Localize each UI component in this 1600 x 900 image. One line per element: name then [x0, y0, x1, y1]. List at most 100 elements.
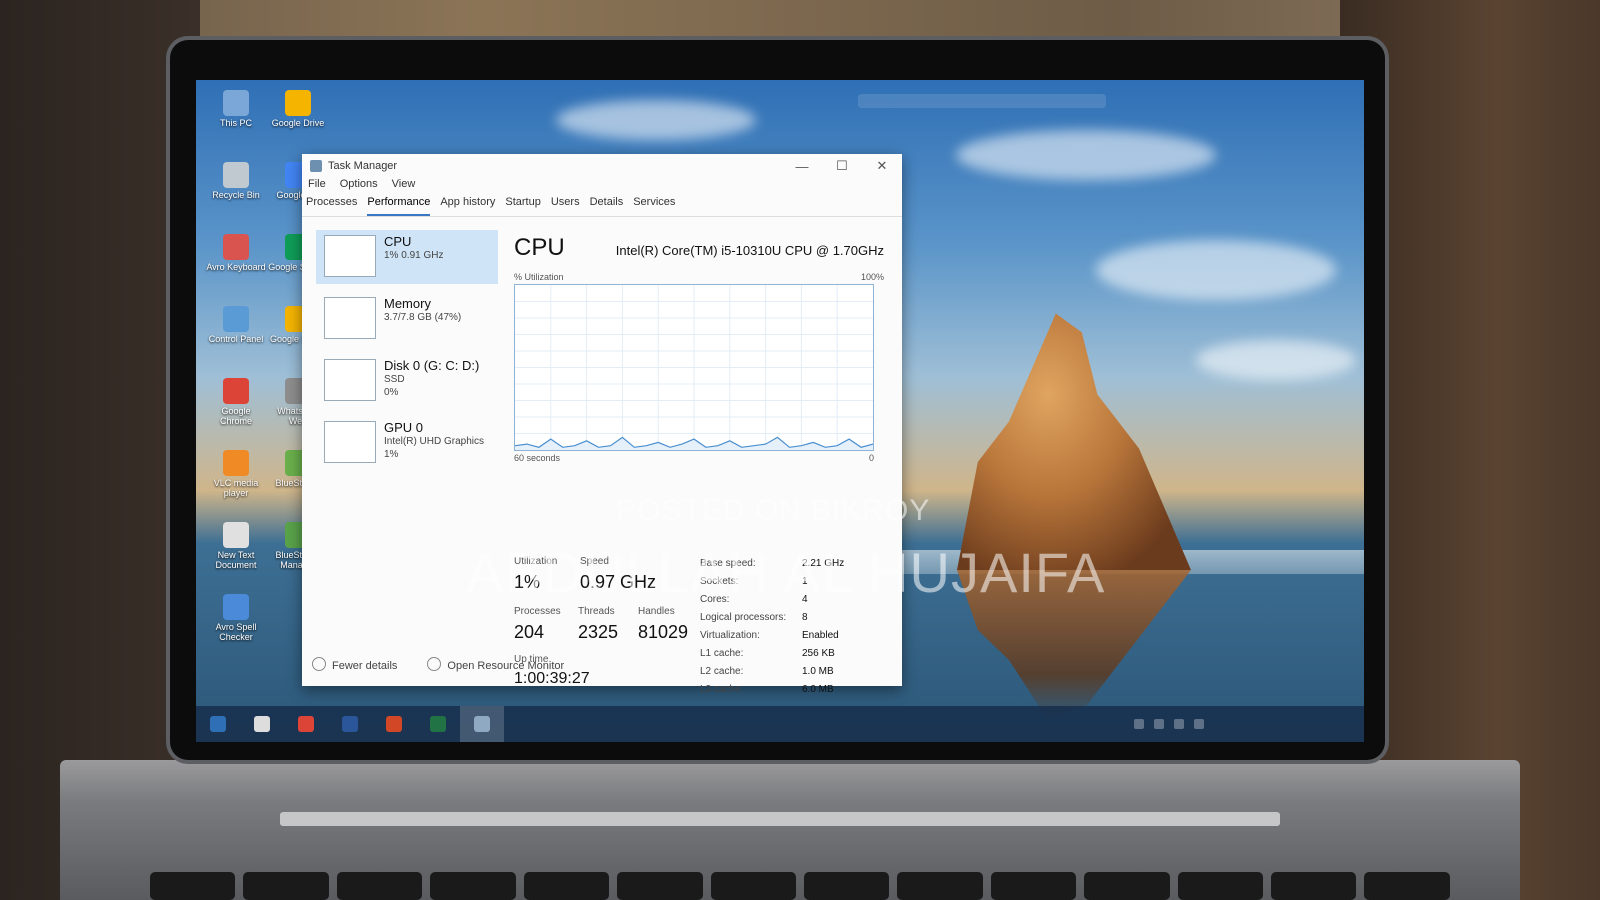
app-icon	[285, 90, 311, 116]
sidebar-item-title: GPU 0	[384, 420, 424, 435]
cpu-thumbnail-graph	[324, 235, 376, 277]
sidebar-item-cpu[interactable]: CPU 1% 0.91 GHz	[316, 230, 498, 284]
desktop-icon[interactable]: Recycle Bin	[206, 162, 266, 200]
sidebar-item-sub: Intel(R) UHD Graphics	[384, 436, 485, 447]
cpu-utilization-graph	[514, 284, 874, 451]
window-title: Task Manager	[328, 160, 398, 172]
desktop-icon[interactable]: New Text Document	[206, 522, 266, 570]
tray-icon[interactable]	[1154, 719, 1164, 729]
sidebar-item-sub: SSD	[384, 374, 405, 385]
memory-thumbnail-graph	[324, 297, 376, 339]
tab-details[interactable]: Details	[590, 196, 624, 216]
desktop-icon-label: Avro Spell Checker	[215, 622, 257, 642]
tab-startup[interactable]: Startup	[505, 196, 540, 216]
sidebar-item-title: Memory	[384, 296, 431, 311]
app-icon	[223, 522, 249, 548]
sidebar-item-memory[interactable]: Memory 3.7/7.8 GB (47%)	[316, 292, 498, 346]
keyboard-row	[150, 872, 1450, 900]
sea-rock-image	[957, 313, 1191, 570]
handles-value: 81029	[638, 622, 689, 642]
app-icon	[223, 450, 249, 476]
sidebar-item-sub: 1%	[384, 449, 399, 460]
spec-row: L3 cache: 6.0 MB	[700, 684, 834, 695]
processes-value: 204	[514, 622, 545, 642]
open-resource-monitor-link[interactable]: Open Resource Monitor	[427, 657, 564, 672]
chevron-up-icon	[312, 657, 326, 671]
system-tray	[1134, 706, 1364, 742]
taskbar-search[interactable]	[240, 706, 284, 742]
footer: Fewer details Open Resource Monitor	[312, 657, 564, 672]
spec-row: Virtualization: Enabled	[700, 630, 839, 641]
desktop-icon[interactable]: Google Drive	[268, 90, 328, 128]
task-manager-window: Task Manager — ☐ ✕ File Options View Pro…	[302, 154, 902, 695]
cpu-model: Intel(R) Core(TM) i5-10310U CPU @ 1.70GH…	[615, 243, 884, 258]
threads-label: Threads	[578, 606, 615, 617]
taskbar-word[interactable]	[328, 706, 372, 742]
tab-users[interactable]: Users	[551, 196, 580, 216]
sidebar-item-title: Disk 0 (G: C: D:)	[384, 358, 480, 373]
sidebar-item-sub: 0%	[384, 387, 399, 398]
chrome-icon	[298, 716, 314, 732]
graph-label: % Utilization	[514, 272, 564, 282]
minimize-button[interactable]: —	[782, 154, 822, 178]
panel-title: CPU	[514, 234, 565, 261]
desktop-icon[interactable]: Google Chrome	[206, 378, 266, 426]
desktop-screen: This PC Google Drive Recycle Bin Google Do A…	[196, 80, 1364, 742]
tab-performance[interactable]: Performance	[367, 196, 431, 216]
start-icon	[210, 716, 226, 732]
fewer-details-link[interactable]: Fewer details	[312, 657, 397, 672]
tab-processes[interactable]: Processes	[306, 196, 357, 216]
spec-row: L1 cache: 256 KB	[700, 648, 835, 659]
threads-value: 2325	[578, 622, 619, 642]
app-icon	[223, 306, 249, 332]
cpu-detail-panel: CPU Intel(R) Core(TM) i5-10310U CPU @ 1.…	[514, 234, 884, 463]
excel-icon	[430, 716, 446, 732]
app-icon	[223, 90, 249, 116]
uptime-value: 1:00:39:27	[514, 670, 590, 687]
menu-options[interactable]: Options	[340, 178, 378, 196]
laptop-hinge	[280, 812, 1280, 826]
desktop-icon[interactable]: Avro Keyboard	[206, 234, 266, 272]
close-button[interactable]: ✕	[862, 154, 902, 178]
tray-icon[interactable]	[1174, 719, 1184, 729]
desktop-icon[interactable]: Control Panel	[206, 306, 266, 344]
tab-bar: Processes Performance App history Startu…	[302, 196, 902, 217]
desktop-icon-label: VLC media player	[213, 478, 259, 498]
title-bar[interactable]: Task Manager — ☐ ✕	[302, 154, 902, 178]
taskbar-start[interactable]	[196, 706, 240, 742]
app-icon	[223, 378, 249, 404]
app-icon	[223, 594, 249, 620]
graph-min-label: 0	[868, 453, 874, 463]
desktop-icon-label: New Text Document	[215, 550, 257, 570]
search-icon	[254, 716, 270, 732]
spec-row: Logical processors: 8	[700, 612, 808, 623]
menu-view[interactable]: View	[392, 178, 416, 196]
gpu-thumbnail-graph	[324, 421, 376, 463]
spec-row: L2 cache: 1.0 MB	[700, 666, 834, 677]
cpu-utilization-svg	[515, 285, 873, 450]
taskbar-powerpoint[interactable]	[372, 706, 416, 742]
tray-icon[interactable]	[1194, 719, 1204, 729]
sidebar-item-disk[interactable]: Disk 0 (G: C: D:) SSD 0%	[316, 354, 498, 408]
task-manager-icon	[474, 716, 490, 732]
app-icon	[223, 162, 249, 188]
desktop-icon[interactable]: This PC	[206, 90, 266, 128]
resource-sidebar: CPU 1% 0.91 GHz Memory 3.7/7.8 GB (47%) …	[316, 230, 498, 478]
menu-file[interactable]: File	[308, 178, 326, 196]
tab-services[interactable]: Services	[633, 196, 675, 216]
taskbar-excel[interactable]	[416, 706, 460, 742]
desktop-icon-label: This PC	[219, 118, 252, 128]
taskbar-chrome[interactable]	[284, 706, 328, 742]
taskbar-task-manager[interactable]	[460, 706, 504, 742]
desktop-icon[interactable]: VLC media player	[206, 450, 266, 498]
tab-app-history[interactable]: App history	[440, 196, 495, 216]
desktop-icon-label: Avro Keyboard	[206, 262, 266, 272]
desktop-icon[interactable]: Avro Spell Checker	[206, 594, 266, 642]
maximize-button[interactable]: ☐	[822, 154, 862, 178]
desktop-icon-label: Recycle Bin	[212, 190, 260, 200]
sidebar-item-gpu[interactable]: GPU 0 Intel(R) UHD Graphics 1%	[316, 416, 498, 470]
tray-icon[interactable]	[1134, 719, 1144, 729]
taskbar	[196, 706, 1364, 742]
top-toolbar-strip	[858, 94, 1106, 108]
sidebar-item-title: CPU	[384, 234, 412, 249]
